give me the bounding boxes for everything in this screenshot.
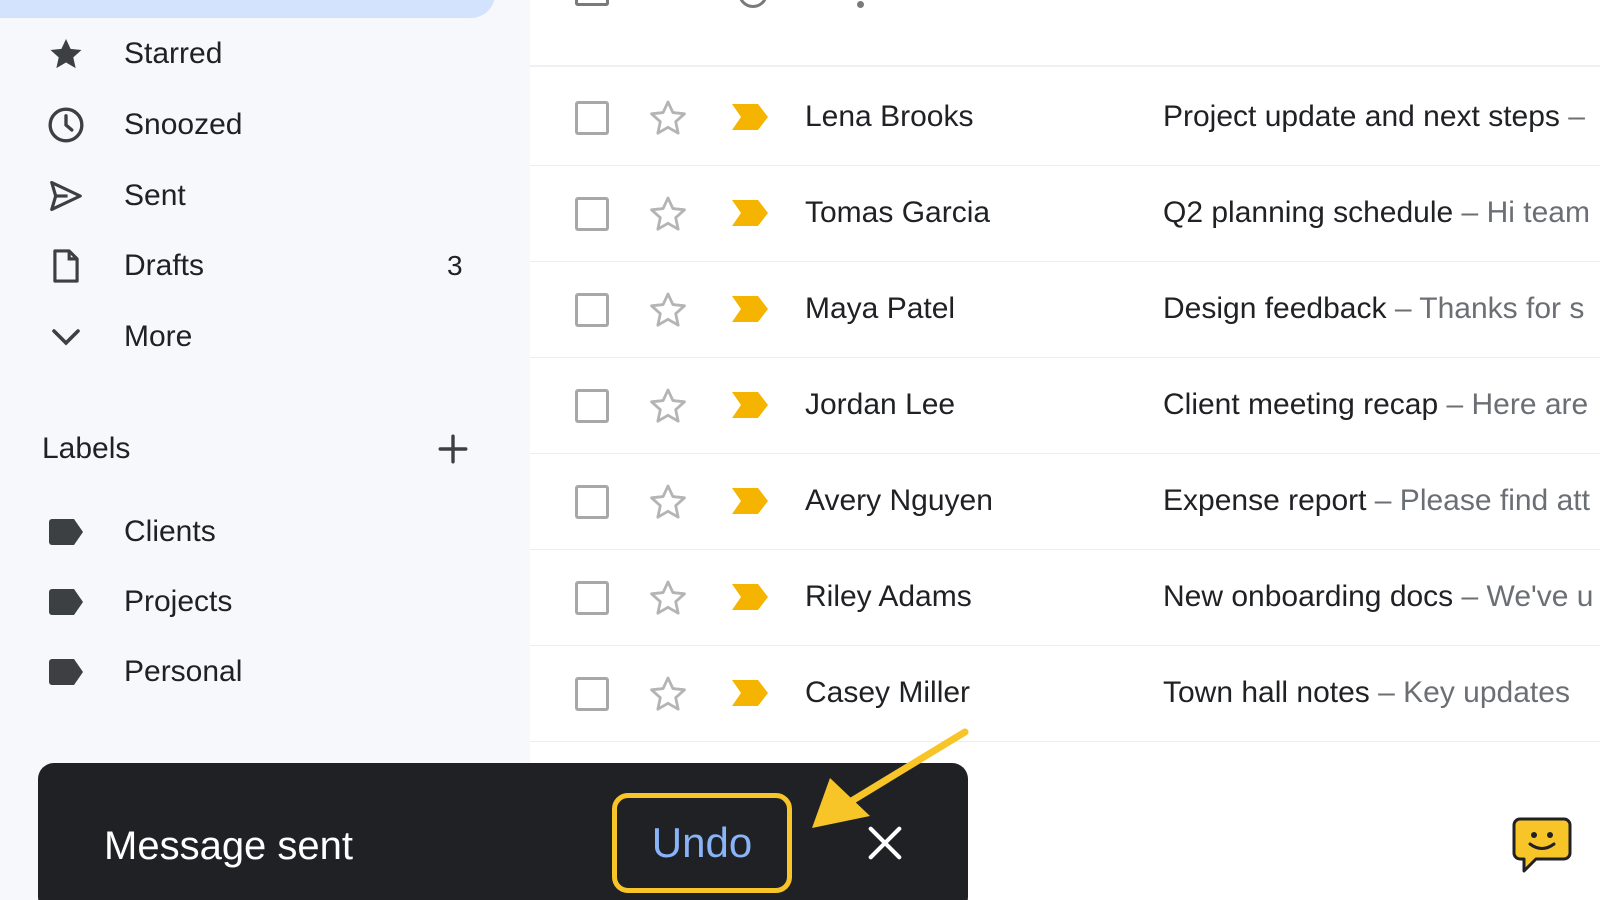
drafts-count-badge: 3 bbox=[447, 250, 463, 281]
sidebar-item-label: Personal bbox=[124, 655, 243, 688]
email-subject: Project update and next steps bbox=[1163, 100, 1560, 133]
label-icon bbox=[46, 582, 86, 622]
star-outline-icon[interactable] bbox=[647, 673, 689, 715]
email-row[interactable]: Riley Adams New onboarding docs – We've u bbox=[530, 548, 1600, 646]
email-row[interactable]: Lena Brooks Project update and next steps… bbox=[530, 68, 1600, 166]
sidebar-item-label: More bbox=[124, 320, 193, 353]
email-sender: Tomas Garcia bbox=[805, 196, 991, 229]
email-snippet: – Key updates bbox=[1369, 676, 1570, 709]
email-row[interactable]: Maya Patel Design feedback – Thanks for s bbox=[530, 260, 1600, 358]
important-marker-icon[interactable] bbox=[730, 102, 770, 132]
email-subject: New onboarding docs bbox=[1163, 580, 1454, 613]
label-icon bbox=[46, 512, 86, 552]
row-checkbox[interactable] bbox=[575, 293, 609, 327]
important-marker-icon[interactable] bbox=[730, 486, 770, 516]
sidebar-item-label: Starred bbox=[124, 37, 223, 70]
email-preview: Expense report – Please find att bbox=[1163, 452, 1600, 550]
email-row[interactable]: Casey Miller Town hall notes – Key update… bbox=[530, 644, 1600, 742]
email-subject: Design feedback bbox=[1163, 292, 1387, 325]
email-snippet: – Here are bbox=[1438, 388, 1589, 421]
sidebar-item-label: Snoozed bbox=[124, 108, 243, 141]
email-subject: Town hall notes bbox=[1163, 676, 1370, 709]
star-icon bbox=[46, 34, 86, 74]
star-outline-icon[interactable] bbox=[647, 577, 689, 619]
email-sender: Jordan Lee bbox=[805, 388, 956, 421]
email-preview: Q2 planning schedule – Hi team bbox=[1163, 164, 1600, 262]
email-subject: Client meeting recap bbox=[1163, 388, 1439, 421]
sidebar-item-starred[interactable]: Starred bbox=[0, 26, 500, 82]
sidebar-label-clients[interactable]: Clients bbox=[0, 504, 500, 560]
sidebar-item-label: Clients bbox=[124, 515, 216, 548]
star-outline-icon[interactable] bbox=[647, 289, 689, 331]
email-snippet: – Hi team bbox=[1453, 196, 1590, 229]
important-marker-icon[interactable] bbox=[730, 582, 770, 612]
important-marker-icon[interactable] bbox=[730, 294, 770, 324]
row-checkbox[interactable] bbox=[575, 389, 609, 423]
row-checkbox[interactable] bbox=[575, 581, 609, 615]
star-outline-icon[interactable] bbox=[647, 97, 689, 139]
select-all-checkbox[interactable] bbox=[575, 0, 609, 6]
email-subject: Q2 planning schedule bbox=[1163, 196, 1454, 229]
email-subject: Expense report bbox=[1163, 484, 1367, 517]
email-preview: Town hall notes – Key updates bbox=[1163, 644, 1600, 742]
email-snippet: – bbox=[1559, 100, 1585, 133]
email-snippet: – We've u bbox=[1453, 580, 1594, 613]
email-snippet: – Thanks for s bbox=[1386, 292, 1585, 325]
pointer-arrow-icon bbox=[812, 728, 969, 828]
email-preview: Project update and next steps – bbox=[1163, 68, 1600, 166]
star-outline-icon[interactable] bbox=[647, 481, 689, 523]
important-marker-icon[interactable] bbox=[730, 390, 770, 420]
snackbar-message: Message sent bbox=[104, 824, 354, 868]
add-label-icon[interactable] bbox=[432, 428, 474, 470]
star-outline-icon[interactable] bbox=[647, 385, 689, 427]
draft-icon bbox=[46, 246, 86, 286]
sidebar-item-inbox-active[interactable] bbox=[0, 0, 495, 18]
sidebar-item-label: Projects bbox=[124, 585, 233, 618]
sidebar-label-projects[interactable]: Projects bbox=[0, 574, 500, 630]
email-sender: Riley Adams bbox=[805, 580, 972, 613]
feedback-chat-icon[interactable] bbox=[1510, 813, 1574, 877]
list-toolbar bbox=[530, 0, 1600, 67]
important-marker-icon[interactable] bbox=[730, 678, 770, 708]
email-row[interactable]: Avery Nguyen Expense report – Please find… bbox=[530, 452, 1600, 550]
important-marker-icon[interactable] bbox=[730, 198, 770, 228]
sidebar-item-drafts[interactable]: Drafts 3 bbox=[0, 238, 500, 294]
email-sender: Avery Nguyen bbox=[805, 484, 993, 517]
email-preview: New onboarding docs – We've u bbox=[1163, 548, 1600, 646]
labels-header: Labels bbox=[42, 432, 131, 465]
more-options-icon[interactable] bbox=[857, 1, 864, 8]
email-row[interactable]: Tomas Garcia Q2 planning schedule – Hi te… bbox=[530, 164, 1600, 262]
undo-button[interactable]: Undo bbox=[612, 793, 792, 893]
chevron-down-icon bbox=[46, 317, 86, 357]
row-checkbox[interactable] bbox=[575, 101, 609, 135]
email-preview: Client meeting recap – Here are bbox=[1163, 356, 1600, 454]
email-row[interactable]: Jordan Lee Client meeting recap – Here ar… bbox=[530, 356, 1600, 454]
row-checkbox[interactable] bbox=[575, 197, 609, 231]
label-icon bbox=[46, 652, 86, 692]
sidebar-label-personal[interactable]: Personal bbox=[0, 644, 500, 700]
sidebar-item-sent[interactable]: Sent bbox=[0, 168, 500, 224]
send-icon bbox=[46, 176, 86, 216]
sidebar-item-snoozed[interactable]: Snoozed bbox=[0, 97, 500, 153]
email-sender: Maya Patel bbox=[805, 292, 956, 325]
sidebar-item-more[interactable]: More bbox=[0, 309, 500, 365]
email-snippet: – Please find att bbox=[1366, 484, 1590, 517]
email-preview: Design feedback – Thanks for s bbox=[1163, 260, 1600, 358]
sidebar-item-label: Drafts bbox=[124, 249, 205, 282]
row-checkbox[interactable] bbox=[575, 485, 609, 519]
refresh-icon[interactable] bbox=[738, 0, 768, 8]
clock-icon bbox=[46, 105, 86, 145]
row-checkbox[interactable] bbox=[575, 677, 609, 711]
sidebar-item-label: Sent bbox=[124, 179, 186, 212]
star-outline-icon[interactable] bbox=[647, 193, 689, 235]
email-sender: Lena Brooks bbox=[805, 100, 974, 133]
